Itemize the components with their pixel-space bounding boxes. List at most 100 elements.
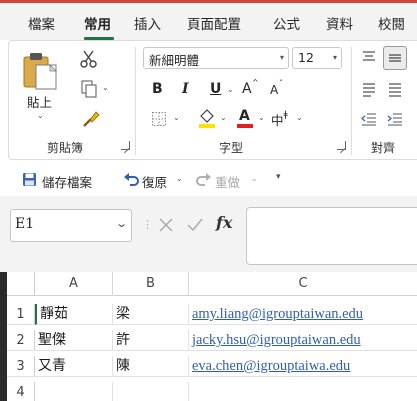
cancel-entry-button[interactable] [158, 217, 174, 236]
italic-button[interactable]: I [182, 81, 189, 97]
table-cell[interactable] [35, 382, 113, 401]
decrease-indent-icon [361, 113, 376, 126]
tab-data[interactable]: 資料 [326, 13, 353, 33]
copy-icon [81, 80, 97, 98]
table-cell[interactable]: 陳 [113, 356, 189, 377]
underline-button[interactable]: U [210, 81, 221, 97]
row-header[interactable]: 4 [7, 382, 35, 401]
font-color-a-icon: A [239, 108, 250, 124]
paste-dropdown-icon[interactable]: ⌄ [37, 111, 44, 120]
table-cell[interactable]: 靜茹 [35, 304, 113, 325]
caret-up-icon: ^ [252, 78, 259, 87]
row-header[interactable]: 1 [7, 304, 35, 325]
alignment-group-label: 對齊 [371, 141, 396, 155]
undo-icon [124, 173, 139, 186]
formula-buttons: fx [154, 211, 240, 241]
group-divider [351, 47, 352, 155]
email-link-cell[interactable]: amy.liang@igrouptaiwan.edu [189, 304, 417, 325]
customize-qat-icon[interactable]: ▾ [276, 172, 281, 182]
borders-dropdown-icon[interactable]: ⌄ [173, 113, 180, 122]
font-color-swatch [237, 124, 253, 128]
table-cell[interactable]: 又青 [35, 356, 113, 377]
font-color-button[interactable]: A [235, 107, 255, 129]
checkmark-icon [187, 218, 203, 232]
underline-dropdown-icon[interactable]: ⌄ [227, 85, 234, 94]
column-header-row: A B C [7, 272, 417, 296]
table-cell[interactable]: 許 [113, 330, 189, 351]
format-painter-icon [83, 111, 100, 127]
column-header-b[interactable]: B [113, 272, 189, 296]
fill-color-button[interactable] [197, 107, 217, 132]
name-box-value: E1 [15, 216, 35, 232]
align-left-button[interactable] [361, 81, 377, 100]
chevron-down-icon: ▾ [279, 53, 284, 62]
column-header-a[interactable]: A [35, 272, 113, 296]
window-left-edge [0, 272, 7, 401]
redo-button[interactable] [195, 171, 213, 190]
align-middle-button[interactable] [383, 46, 407, 70]
insert-function-button[interactable]: fx [216, 213, 232, 232]
decrease-indent-button[interactable] [361, 111, 377, 130]
tab-formulas[interactable]: 公式 [273, 13, 300, 33]
undo-label[interactable]: 復原 [142, 172, 167, 191]
copy-dropdown-icon[interactable]: ⌄ [102, 83, 109, 92]
row-header[interactable]: 2 [7, 330, 35, 351]
formula-input[interactable] [246, 207, 417, 265]
font-group-label: 字型 [219, 141, 244, 155]
table-cell[interactable] [113, 382, 189, 401]
borders-icon [152, 112, 166, 126]
tab-file[interactable]: 檔案 [28, 13, 55, 33]
group-divider [135, 47, 136, 155]
phonetic-guide-button[interactable]: 中ǂ [271, 110, 288, 129]
cut-button[interactable] [79, 49, 99, 72]
redo-icon [196, 173, 211, 186]
table-cell[interactable] [189, 382, 417, 401]
row-header[interactable]: 3 [7, 356, 35, 377]
font-color-dropdown-icon[interactable]: ⌄ [258, 113, 265, 122]
undo-dropdown-icon[interactable]: ⌄ [176, 174, 183, 183]
select-all-corner[interactable] [7, 272, 35, 296]
phonetic-dropdown-icon[interactable]: ⌄ [296, 113, 303, 122]
align-center-button[interactable] [387, 81, 403, 100]
name-box[interactable]: E1 ⌄ [10, 209, 132, 242]
save-label[interactable]: 儲存檔案 [42, 172, 92, 191]
align-left-icon [363, 83, 375, 97]
bold-button[interactable]: B [152, 81, 163, 97]
redo-dropdown-icon[interactable]: ⌄ [251, 174, 258, 183]
email-link-cell[interactable]: eva.chen@igrouptaiwa.edu [189, 356, 417, 377]
font-launcher-icon[interactable] [337, 141, 346, 150]
format-painter-button[interactable] [81, 109, 101, 132]
phonetic-mark-icon: ǂ [283, 110, 288, 120]
align-top-button[interactable] [361, 49, 377, 68]
copy-button[interactable] [79, 79, 99, 102]
undo-button[interactable] [122, 171, 140, 190]
font-name-select[interactable]: 新細明體 ▾ [143, 47, 289, 69]
save-button[interactable] [22, 172, 37, 190]
tab-insert[interactable]: 插入 [134, 13, 161, 33]
enter-button[interactable] [186, 217, 204, 236]
font-size-value: 12 [298, 50, 314, 65]
tab-home[interactable]: 常用 [84, 13, 111, 33]
shrink-font-button[interactable]: A [270, 83, 278, 97]
fill-color-dropdown-icon[interactable]: ⌄ [220, 113, 227, 122]
formula-bar-grip-icon[interactable]: ⋮ [142, 218, 153, 231]
chevron-down-icon[interactable]: ⌄ [115, 217, 128, 230]
table-cell[interactable]: 梁 [113, 304, 189, 325]
increase-indent-icon [387, 113, 402, 126]
tab-review[interactable]: 校閱 [378, 13, 405, 33]
ribbon-tab-bar: 檔案 常用 插入 頁面配置 公式 資料 校閱 [0, 3, 417, 40]
clipboard-group-label: 剪貼簿 [47, 141, 84, 155]
scissors-icon [80, 50, 97, 68]
clipboard-launcher-icon[interactable] [121, 141, 130, 150]
borders-button[interactable] [151, 111, 167, 130]
table-cell[interactable]: 聖傑 [35, 330, 113, 351]
font-size-select[interactable]: 12 ▾ [292, 47, 342, 69]
tab-page-layout[interactable]: 頁面配置 [187, 13, 241, 33]
increase-indent-button[interactable] [387, 111, 403, 130]
email-link-cell[interactable]: jacky.hsu@igrouptaiwan.edu [189, 330, 417, 351]
redo-label[interactable]: 重做 [215, 172, 240, 191]
grow-font-button[interactable]: A [242, 81, 252, 97]
align-middle-icon [389, 54, 401, 62]
column-header-c[interactable]: C [189, 272, 417, 296]
align-center-icon [389, 83, 401, 97]
